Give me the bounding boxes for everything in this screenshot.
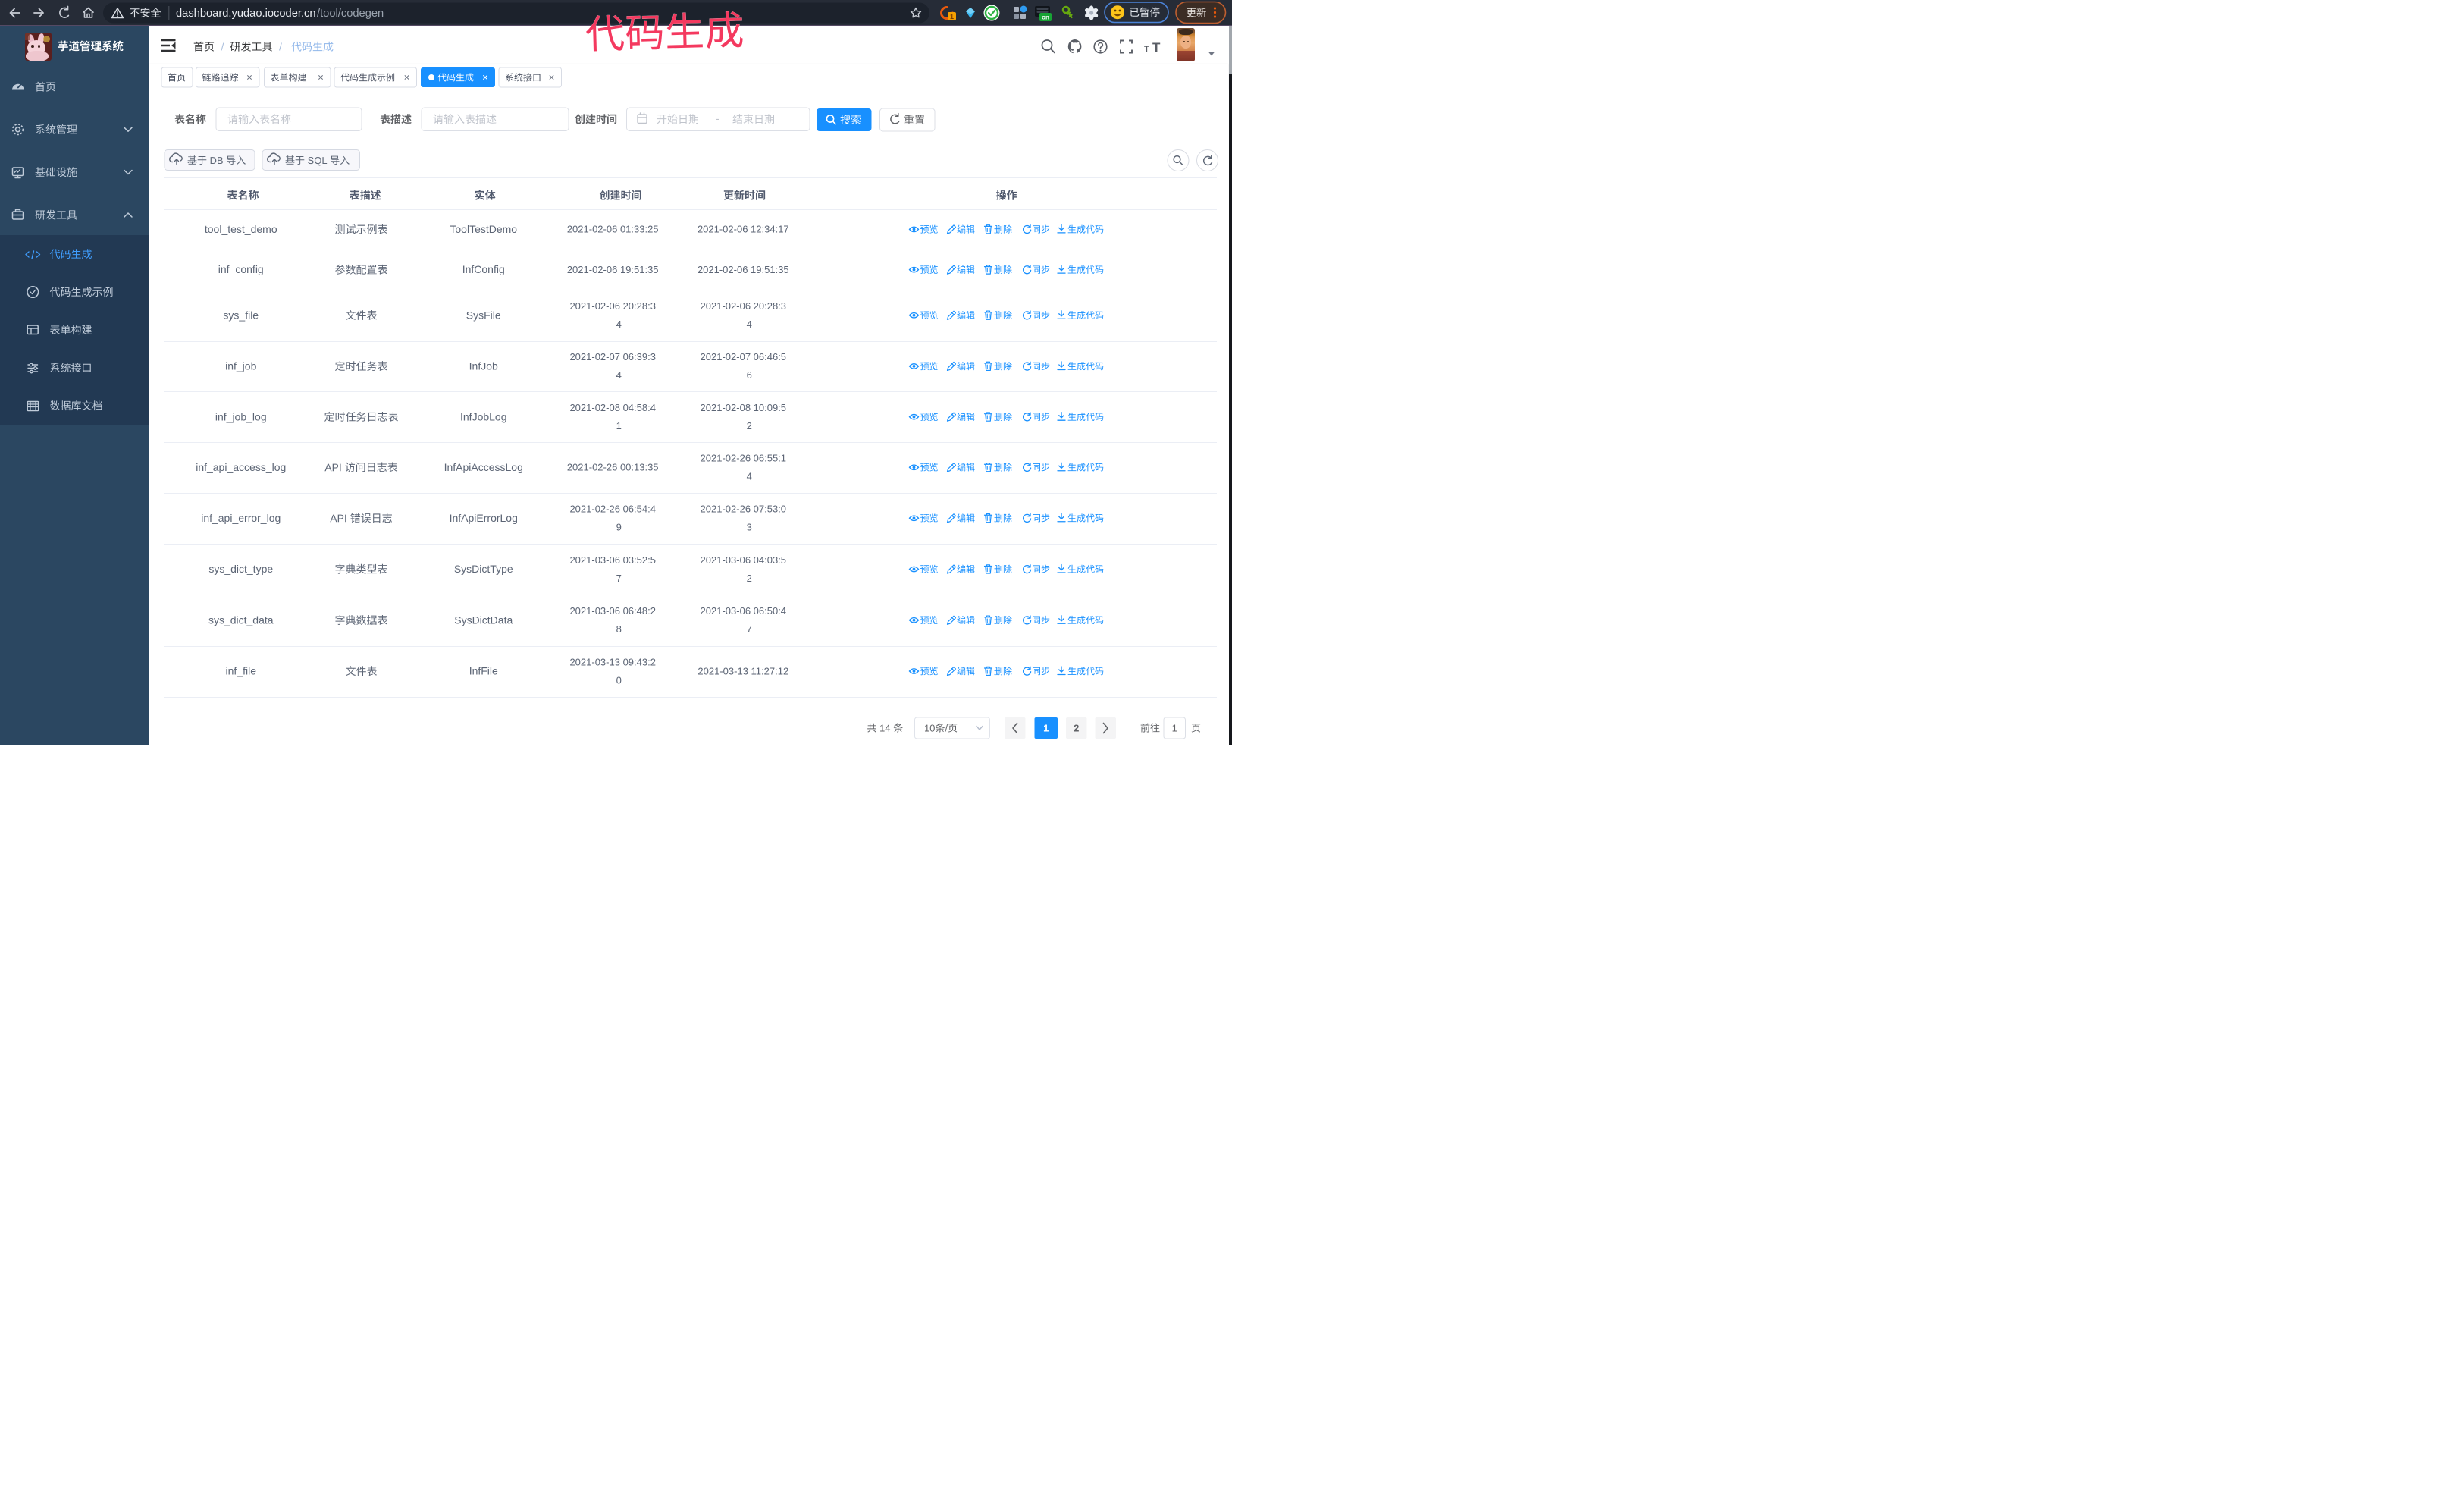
svg-text:inf_file: inf_file xyxy=(226,665,257,677)
svg-text:inf_job: inf_job xyxy=(225,360,256,372)
svg-text:1: 1 xyxy=(1172,723,1177,734)
svg-text:7: 7 xyxy=(616,573,622,584)
svg-text:tool_test_demo: tool_test_demo xyxy=(205,223,277,235)
svg-text:2021-02-26 06:55:1: 2021-02-26 06:55:1 xyxy=(701,453,786,464)
svg-text:SysFile: SysFile xyxy=(466,309,501,321)
svg-text:SysDictType: SysDictType xyxy=(454,563,513,575)
svg-text:inf_api_access_log: inf_api_access_log xyxy=(196,461,286,473)
svg-text:4: 4 xyxy=(747,471,752,482)
svg-text:4: 4 xyxy=(616,369,622,381)
svg-text:2021-02-26 07:53:0: 2021-02-26 07:53:0 xyxy=(701,504,786,515)
svg-text:2021-02-26 00:13:35: 2021-02-26 00:13:35 xyxy=(567,462,659,473)
svg-text:8: 8 xyxy=(616,623,622,635)
svg-text:InfConfig: InfConfig xyxy=(462,263,505,275)
svg-text:sys_dict_data: sys_dict_data xyxy=(208,614,274,626)
svg-text:2021-02-06 20:28:3: 2021-02-06 20:28:3 xyxy=(569,300,655,312)
svg-text:dashboard.yudao.iocoder.cn: dashboard.yudao.iocoder.cn xyxy=(176,8,316,20)
svg-text:7: 7 xyxy=(747,623,752,635)
svg-text:inf_config: inf_config xyxy=(218,263,264,275)
svg-text:InfFile: InfFile xyxy=(469,665,498,677)
svg-text:2021-03-13 09:43:2: 2021-03-13 09:43:2 xyxy=(569,656,655,667)
svg-text:2021-03-06 06:48:2: 2021-03-06 06:48:2 xyxy=(569,605,655,617)
svg-text:InfApiAccessLog: InfApiAccessLog xyxy=(444,461,523,473)
svg-text:6: 6 xyxy=(747,369,752,381)
svg-text:2: 2 xyxy=(747,420,752,432)
svg-text:1: 1 xyxy=(616,420,622,432)
svg-text:T: T xyxy=(1144,45,1149,54)
svg-text:InfJobLog: InfJobLog xyxy=(460,410,507,422)
svg-text:on: on xyxy=(1042,14,1049,21)
svg-text:4: 4 xyxy=(616,319,622,330)
svg-text:ToolTestDemo: ToolTestDemo xyxy=(450,223,517,235)
svg-text:inf_job_log: inf_job_log xyxy=(215,410,267,422)
svg-text:2021-02-08 04:58:4: 2021-02-08 04:58:4 xyxy=(569,402,655,413)
svg-text:2: 2 xyxy=(1074,723,1079,734)
svg-text:2021-02-07 06:39:3: 2021-02-07 06:39:3 xyxy=(569,351,655,363)
svg-text:2021-02-07 06:46:5: 2021-02-07 06:46:5 xyxy=(701,351,786,363)
svg-text:0: 0 xyxy=(616,674,622,686)
svg-text:sys_dict_type: sys_dict_type xyxy=(208,563,273,575)
svg-text:3: 3 xyxy=(747,522,752,533)
svg-text:2021-02-06 19:51:35: 2021-02-06 19:51:35 xyxy=(567,264,659,275)
svg-text:2021-03-13 11:27:12: 2021-03-13 11:27:12 xyxy=(698,665,788,676)
svg-text:/: / xyxy=(221,41,224,53)
svg-text:2021-02-26 06:54:4: 2021-02-26 06:54:4 xyxy=(569,504,655,515)
svg-text:/: / xyxy=(279,41,282,53)
svg-text:/tool/codegen: /tool/codegen xyxy=(317,8,384,20)
svg-text:2021-03-06 03:52:5: 2021-03-06 03:52:5 xyxy=(569,554,655,566)
svg-text:sys_file: sys_file xyxy=(223,309,259,321)
svg-text:1: 1 xyxy=(1043,723,1049,734)
svg-text:2021-02-06 20:28:3: 2021-02-06 20:28:3 xyxy=(701,300,786,312)
svg-text:2021-02-06 12:34:17: 2021-02-06 12:34:17 xyxy=(698,224,789,235)
svg-text:-: - xyxy=(716,112,719,124)
svg-text:2021-02-08 10:09:5: 2021-02-08 10:09:5 xyxy=(701,402,786,413)
svg-text:2021-02-06 19:51:35: 2021-02-06 19:51:35 xyxy=(698,264,789,275)
svg-text:inf_api_error_log: inf_api_error_log xyxy=(201,512,281,524)
svg-text:2021-02-06 01:33:25: 2021-02-06 01:33:25 xyxy=(567,224,659,235)
svg-text:1: 1 xyxy=(950,13,954,20)
svg-text:4: 4 xyxy=(747,319,752,330)
svg-text:2: 2 xyxy=(747,573,752,584)
svg-text:InfJob: InfJob xyxy=(469,360,498,372)
svg-text:T: T xyxy=(1152,40,1161,55)
svg-text:InfApiErrorLog: InfApiErrorLog xyxy=(450,512,518,524)
svg-text:SysDictData: SysDictData xyxy=(454,614,513,626)
svg-text:2021-03-06 06:50:4: 2021-03-06 06:50:4 xyxy=(701,605,786,617)
svg-text:2021-03-06 04:03:5: 2021-03-06 04:03:5 xyxy=(701,554,786,566)
svg-text:9: 9 xyxy=(616,522,622,533)
